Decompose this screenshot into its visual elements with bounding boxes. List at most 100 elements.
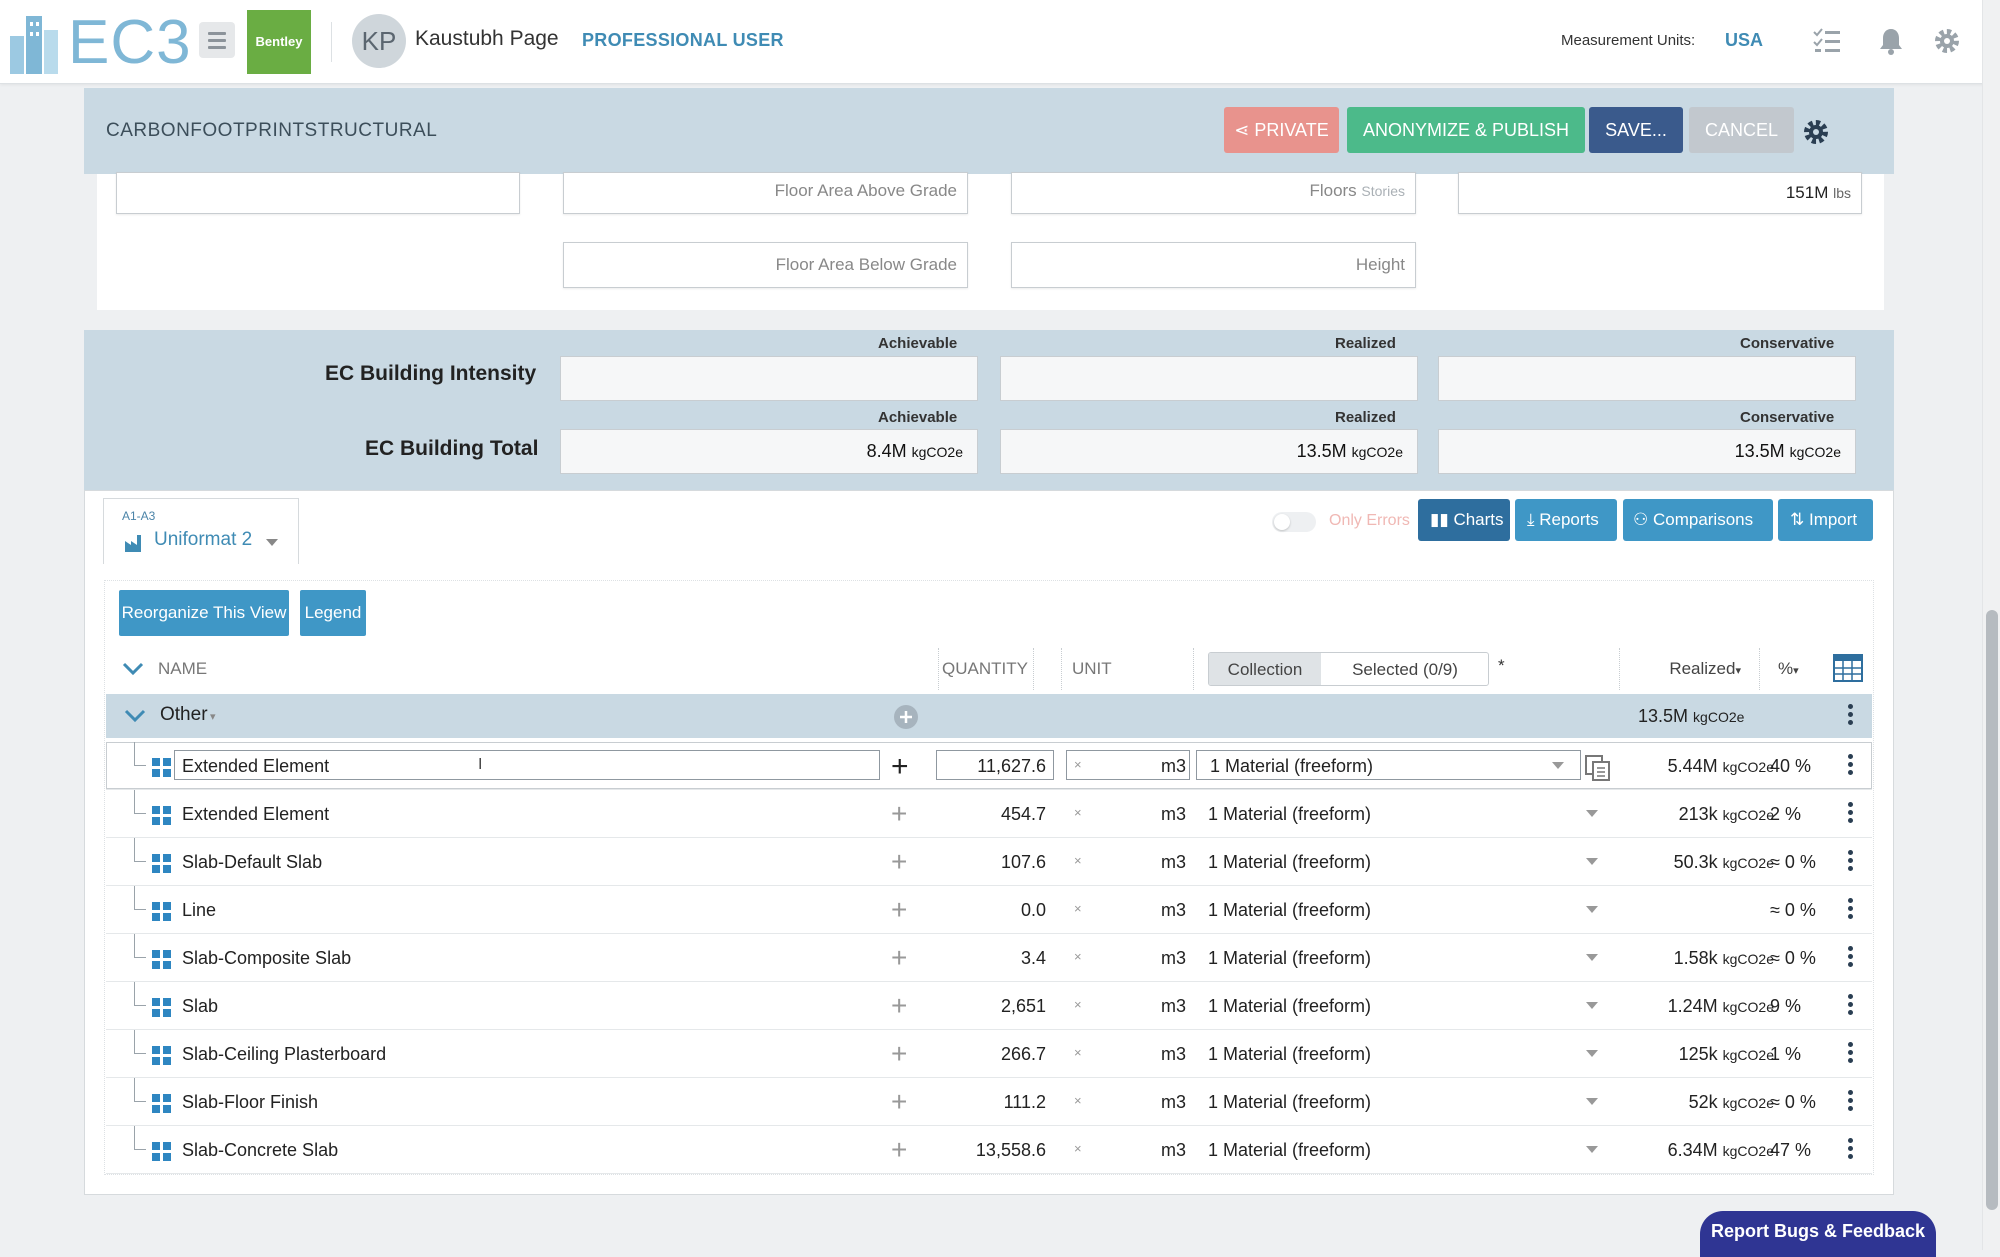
floor-area-below-grade-input[interactable]: Floor Area Below Grade bbox=[563, 242, 968, 288]
material-select-value[interactable]: 1 Material (freeform) bbox=[1208, 1140, 1371, 1161]
reports-label: Reports bbox=[1539, 510, 1599, 529]
user-name[interactable]: Kaustubh Page bbox=[415, 27, 559, 51]
row-more-icon[interactable] bbox=[1848, 898, 1854, 922]
table-row[interactable]: Slab +2,651 × m3 1 Material (freeform) 1.24M … bbox=[106, 982, 1872, 1030]
row-more-icon[interactable] bbox=[1848, 946, 1854, 970]
anonymize-publish-button[interactable]: ANONYMIZE & PUBLISH bbox=[1347, 107, 1585, 153]
copy-material-icon[interactable] bbox=[1584, 754, 1612, 782]
chevron-down-icon[interactable] bbox=[1586, 858, 1598, 865]
collapse-group-chevron-icon[interactable] bbox=[124, 709, 146, 723]
measurement-units-toggle[interactable]: USA bbox=[1725, 30, 1763, 51]
chevron-down-icon[interactable] bbox=[1586, 1146, 1598, 1153]
unit-column-header[interactable]: UNIT bbox=[1066, 648, 1194, 690]
ec3-logo[interactable]: EC3 bbox=[8, 6, 191, 77]
private-button[interactable]: ⋖ PRIVATE bbox=[1224, 107, 1339, 153]
reorganize-view-button[interactable]: Reorganize This View bbox=[119, 590, 289, 636]
row-more-icon[interactable] bbox=[1848, 802, 1854, 826]
only-errors-toggle[interactable] bbox=[1272, 512, 1316, 532]
project-settings-gear-icon[interactable] bbox=[1802, 118, 1830, 146]
quantity-column-header[interactable]: QUANTITY bbox=[936, 648, 1062, 690]
ec-intensity-conservative-value bbox=[1438, 356, 1856, 401]
unit-value[interactable]: m3 bbox=[1146, 756, 1186, 777]
add-material-plus-icon[interactable]: + bbox=[891, 846, 907, 878]
table-row[interactable]: Slab-Composite Slab +3.4 × m3 1 Material (fr… bbox=[106, 934, 1872, 982]
group-row-other[interactable]: Other ▾ 13.5M kgCO2e bbox=[106, 694, 1872, 738]
floor-area-above-grade-input[interactable]: Floor Area Above Grade bbox=[563, 172, 968, 214]
cancel-button[interactable]: CANCEL bbox=[1689, 107, 1794, 153]
group-realized-number: 13.5M bbox=[1638, 706, 1689, 726]
avatar[interactable]: KP bbox=[352, 14, 406, 68]
chevron-down-icon[interactable] bbox=[1586, 1050, 1598, 1057]
scrollbar[interactable] bbox=[1982, 0, 2000, 1250]
table-row[interactable]: Slab-Concrete Slab +13,558.6 × m3 1 Material… bbox=[106, 1126, 1872, 1174]
checklist-icon[interactable] bbox=[1812, 26, 1842, 56]
legend-button[interactable]: Legend bbox=[300, 590, 366, 636]
add-material-plus-icon[interactable]: + bbox=[891, 750, 909, 784]
add-material-plus-icon[interactable]: + bbox=[891, 942, 907, 974]
chevron-down-icon[interactable] bbox=[1586, 954, 1598, 961]
chevron-down-icon[interactable] bbox=[1586, 906, 1598, 913]
selected-tab[interactable]: Selected (0/9) bbox=[1321, 653, 1488, 685]
quantity-value[interactable]: 11,627.6 bbox=[936, 756, 1046, 777]
table-row[interactable]: Slab-Ceiling Plasterboard +266.7 × m3 1 Mate… bbox=[106, 1030, 1872, 1078]
chevron-down-icon[interactable] bbox=[1586, 810, 1598, 817]
collection-tab[interactable]: Collection bbox=[1209, 653, 1321, 685]
group-more-icon[interactable] bbox=[1848, 704, 1853, 728]
add-material-plus-icon[interactable]: + bbox=[891, 990, 907, 1022]
row-more-icon[interactable] bbox=[1848, 1138, 1854, 1162]
bell-icon[interactable] bbox=[1876, 26, 1906, 56]
comparisons-button[interactable]: ⚇ Comparisons bbox=[1623, 499, 1773, 541]
chevron-down-icon[interactable] bbox=[1586, 1002, 1598, 1009]
material-select-value[interactable]: 1 Material (freeform) bbox=[1208, 804, 1371, 825]
material-select-value[interactable]: 1 Material (freeform) bbox=[1208, 900, 1371, 921]
add-material-plus-icon[interactable]: + bbox=[891, 1038, 907, 1070]
building-field-blank[interactable] bbox=[116, 172, 520, 214]
material-select-value[interactable]: 1 Material (freeform) bbox=[1208, 1044, 1371, 1065]
percent-column-header[interactable]: %▾ bbox=[1778, 648, 1828, 690]
bentley-logo[interactable]: Bentley bbox=[247, 10, 311, 74]
scrollbar-thumb[interactable] bbox=[1986, 610, 1998, 1210]
add-material-plus-icon[interactable]: + bbox=[891, 1086, 907, 1118]
add-circle-icon[interactable] bbox=[893, 704, 919, 730]
group-name[interactable]: Other bbox=[160, 704, 208, 726]
table-row[interactable]: Line +0.0 × m3 1 Material (freeform) ≈ 0 % bbox=[106, 886, 1872, 934]
charts-button[interactable]: ▮▮ Charts bbox=[1418, 499, 1510, 541]
table-row[interactable]: Slab-Floor Finish +111.2 × m3 1 Material (fr… bbox=[106, 1078, 1872, 1126]
name-column-header[interactable]: NAME bbox=[158, 648, 1034, 690]
material-select-value[interactable]: 1 Material (freeform) bbox=[1208, 996, 1371, 1017]
row-more-icon[interactable] bbox=[1848, 1090, 1854, 1114]
chevron-down-icon[interactable] bbox=[266, 539, 278, 546]
gear-icon[interactable] bbox=[1932, 26, 1962, 56]
table-row[interactable]: Extended Element I +11,627.6 × m3 1 Material … bbox=[106, 742, 1872, 790]
material-select-value[interactable]: 1 Material (freeform) bbox=[1210, 756, 1373, 777]
add-material-plus-icon[interactable]: + bbox=[891, 1134, 907, 1166]
material-select-value[interactable]: 1 Material (freeform) bbox=[1208, 852, 1371, 873]
save-button[interactable]: SAVE... bbox=[1589, 107, 1683, 153]
table-row[interactable]: Extended Element +454.7 × m3 1 Material (fre… bbox=[106, 790, 1872, 838]
row-more-icon[interactable] bbox=[1848, 1042, 1854, 1066]
material-select-value[interactable]: 1 Material (freeform) bbox=[1208, 948, 1371, 969]
chevron-down-icon[interactable] bbox=[1552, 762, 1564, 769]
tab-uniformat-2[interactable]: A1-A3 Uniformat 2 bbox=[103, 498, 299, 564]
total-mass-input[interactable]: 151M lbs bbox=[1458, 172, 1862, 214]
row-more-icon[interactable] bbox=[1848, 850, 1854, 874]
realized-column-header[interactable]: Realized▾ bbox=[1620, 648, 1760, 690]
collapse-all-chevron-icon[interactable] bbox=[122, 662, 144, 676]
group-caret-icon[interactable]: ▾ bbox=[210, 710, 216, 723]
chevron-down-icon[interactable] bbox=[1586, 1098, 1598, 1105]
reports-button[interactable]: ⤓ Reports bbox=[1515, 499, 1617, 541]
element-name[interactable]: Extended Element bbox=[182, 756, 329, 777]
material-select-value[interactable]: 1 Material (freeform) bbox=[1208, 1092, 1371, 1113]
report-bugs-feedback-button[interactable]: Report Bugs & Feedback bbox=[1700, 1211, 1936, 1257]
row-more-icon[interactable] bbox=[1848, 994, 1854, 1018]
import-button[interactable]: ⇅ Import bbox=[1778, 499, 1873, 541]
hamburger-icon[interactable] bbox=[199, 22, 235, 58]
mass-value: 151M bbox=[1785, 183, 1829, 202]
table-row[interactable]: Slab-Default Slab +107.6 × m3 1 Material (fr… bbox=[106, 838, 1872, 886]
column-settings-table-icon[interactable] bbox=[1832, 652, 1864, 684]
floors-input[interactable]: Floors Stories bbox=[1011, 172, 1416, 214]
add-material-plus-icon[interactable]: + bbox=[891, 798, 907, 830]
row-more-icon[interactable] bbox=[1848, 754, 1854, 778]
add-material-plus-icon[interactable]: + bbox=[891, 894, 907, 926]
height-input[interactable]: Height bbox=[1011, 242, 1416, 288]
